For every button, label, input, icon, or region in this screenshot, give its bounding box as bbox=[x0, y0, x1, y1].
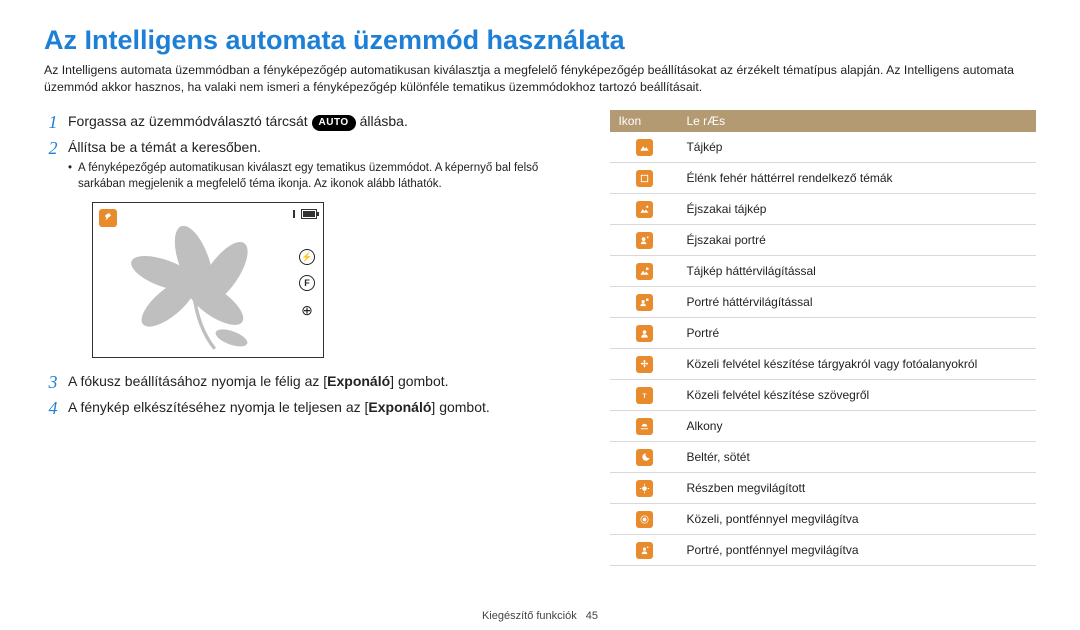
zoom-icon: ⊕ bbox=[301, 301, 313, 321]
table-cell-desc: Alkony bbox=[678, 411, 1036, 442]
preview-subject-flower-icon bbox=[113, 219, 283, 353]
battery-icon bbox=[301, 209, 317, 219]
table-cell-desc: Tájkép háttérvilágítással bbox=[678, 256, 1036, 287]
manual-page: Az Intelligens automata üzemmód használa… bbox=[0, 0, 1080, 630]
th-icon: Ikon bbox=[610, 110, 678, 132]
night-mtn-icon bbox=[636, 201, 653, 218]
sunset-icon bbox=[636, 418, 653, 435]
table-row: Portré háttérvilágítással bbox=[610, 287, 1036, 318]
table-row: Közeli, pontfénnyel megvilágítva bbox=[610, 504, 1036, 535]
table-cell-desc: Közeli felvétel készítése tárgyakról vag… bbox=[678, 349, 1036, 380]
table-row: Közeli felvétel készítése tárgyakról vag… bbox=[610, 349, 1036, 380]
preview-status-row bbox=[293, 209, 317, 219]
spotlight-icon bbox=[636, 480, 653, 497]
night-port-icon bbox=[636, 232, 653, 249]
square-icon bbox=[636, 170, 653, 187]
table-cell-desc: Éjszakai portré bbox=[678, 225, 1036, 256]
table-cell-desc: Közeli felvétel készítése szövegről bbox=[678, 380, 1036, 411]
table-cell-desc: Tájkép bbox=[678, 132, 1036, 163]
table-cell-icon bbox=[610, 349, 678, 380]
step-4-text-a: A fénykép elkészítéséhez nyomja le telje… bbox=[68, 399, 368, 415]
instruction-steps: Forgassa az üzemmódválasztó tárcsát AUTO… bbox=[44, 112, 578, 417]
mtn-sun-icon bbox=[636, 263, 653, 280]
table-cell-icon bbox=[610, 411, 678, 442]
right-column: Ikon Le rÆs TájképÉlénk fehér háttérrel … bbox=[610, 110, 1036, 566]
step-3-text-b: ] gombot. bbox=[390, 373, 448, 389]
table-row: T Közeli felvétel készítése szövegről bbox=[610, 380, 1036, 411]
port-sun-icon bbox=[636, 294, 653, 311]
flower-icon bbox=[636, 356, 653, 373]
step-4-button-name: Exponáló bbox=[368, 399, 431, 415]
step-1: Forgassa az üzemmódválasztó tárcsát AUTO… bbox=[44, 112, 578, 132]
auto-mode-chip-icon: AUTO bbox=[312, 115, 356, 131]
table-row: Éjszakai portré bbox=[610, 225, 1036, 256]
table-cell-desc: Éjszakai tájkép bbox=[678, 194, 1036, 225]
intro-paragraph: Az Intelligens automata üzemmódban a fén… bbox=[44, 62, 1036, 96]
table-cell-desc: Portré bbox=[678, 318, 1036, 349]
step-3-text-a: A fókusz beállításához nyomja le félig a… bbox=[68, 373, 327, 389]
table-cell-icon bbox=[610, 535, 678, 566]
table-cell-icon: T bbox=[610, 380, 678, 411]
table-cell-icon bbox=[610, 473, 678, 504]
table-cell-desc: Portré, pontfénnyel megvilágítva bbox=[678, 535, 1036, 566]
page-footer: Kiegészítő funkciók 45 bbox=[0, 610, 1080, 622]
face-icon bbox=[636, 325, 653, 342]
preview-side-icons: ⚡ F ⊕ bbox=[299, 249, 315, 321]
table-cell-icon bbox=[610, 225, 678, 256]
table-row: Alkony bbox=[610, 411, 1036, 442]
table-cell-icon bbox=[610, 132, 678, 163]
table-row: Beltér, sötét bbox=[610, 442, 1036, 473]
close-spot-icon bbox=[636, 511, 653, 528]
table-cell-icon bbox=[610, 163, 678, 194]
table-cell-desc: Beltér, sötét bbox=[678, 442, 1036, 473]
table-cell-desc: Élénk fehér háttérrel rendelkező témák bbox=[678, 163, 1036, 194]
step-4-text-b: ] gombot. bbox=[431, 399, 489, 415]
timer-icon: F bbox=[299, 275, 315, 291]
table-row: Részben megvilágított bbox=[610, 473, 1036, 504]
table-cell-icon bbox=[610, 194, 678, 225]
port-spot-icon bbox=[636, 542, 653, 559]
table-cell-icon bbox=[610, 504, 678, 535]
footer-page-number: 45 bbox=[586, 610, 598, 622]
mountain-icon bbox=[636, 139, 653, 156]
camera-preview-figure: ⚡ F ⊕ bbox=[92, 202, 324, 358]
table-row: Éjszakai tájkép bbox=[610, 194, 1036, 225]
th-desc: Le rÆs bbox=[678, 110, 1036, 132]
footer-section: Kiegészítő funkciók bbox=[482, 610, 577, 622]
step-1-text-a: Forgassa az üzemmódválasztó tárcsát bbox=[68, 113, 312, 129]
step-2: Állítsa be a témát a keresőben. A fényké… bbox=[44, 138, 578, 359]
table-cell-icon bbox=[610, 287, 678, 318]
table-row: Tájkép bbox=[610, 132, 1036, 163]
page-title: Az Intelligens automata üzemmód használa… bbox=[44, 26, 1036, 56]
step-4: A fénykép elkészítéséhez nyomja le telje… bbox=[44, 398, 578, 418]
step-1-text-b: állásba. bbox=[360, 113, 408, 129]
table-cell-desc: Portré háttérvilágítással bbox=[678, 287, 1036, 318]
table-cell-desc: Részben megvilágított bbox=[678, 473, 1036, 504]
table-row: Portré bbox=[610, 318, 1036, 349]
signal-icon bbox=[293, 210, 295, 218]
text-icon: T bbox=[636, 387, 653, 404]
flash-icon: ⚡ bbox=[299, 249, 315, 265]
table-cell-desc: Közeli, pontfénnyel megvilágítva bbox=[678, 504, 1036, 535]
step-2-text: Állítsa be a témát a keresőben. bbox=[68, 139, 261, 155]
two-column-layout: Forgassa az üzemmódválasztó tárcsát AUTO… bbox=[44, 110, 1036, 566]
svg-text:T: T bbox=[642, 392, 646, 399]
step-3: A fókusz beállításához nyomja le félig a… bbox=[44, 372, 578, 392]
table-cell-icon bbox=[610, 318, 678, 349]
table-cell-icon bbox=[610, 442, 678, 473]
table-row: Portré, pontfénnyel megvilágítva bbox=[610, 535, 1036, 566]
table-cell-icon bbox=[610, 256, 678, 287]
step-2-note: A fényképezőgép automatikusan kiválaszt … bbox=[68, 161, 578, 192]
scene-icon-table: Ikon Le rÆs TájképÉlénk fehér háttérrel … bbox=[610, 110, 1036, 566]
table-row: Élénk fehér háttérrel rendelkező témák bbox=[610, 163, 1036, 194]
table-row: Tájkép háttérvilágítással bbox=[610, 256, 1036, 287]
night-in-icon bbox=[636, 449, 653, 466]
left-column: Forgassa az üzemmódválasztó tárcsát AUTO… bbox=[44, 110, 578, 566]
step-3-button-name: Exponáló bbox=[327, 373, 390, 389]
